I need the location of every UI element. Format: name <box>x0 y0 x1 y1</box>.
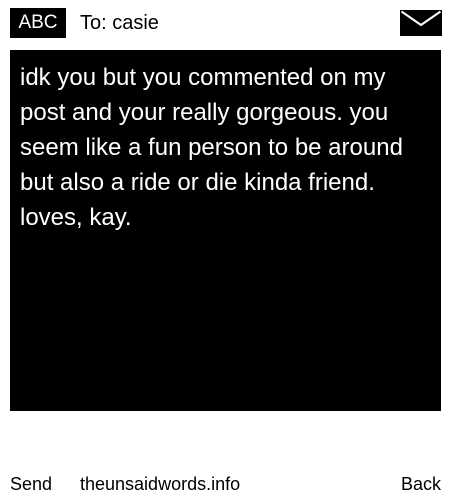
send-button[interactable]: Send <box>10 472 52 496</box>
back-button[interactable]: Back <box>401 472 441 496</box>
envelope-icon[interactable] <box>400 10 442 36</box>
softkey-bar: Send theunsaidwords.info Back <box>10 472 441 496</box>
message-body[interactable]: idk you but you commented on my post and… <box>10 50 441 411</box>
message-text: idk you but you commented on my post and… <box>20 64 403 231</box>
recipient-label: To: casie <box>80 12 159 34</box>
envelope-icon-graphic <box>400 10 442 36</box>
message-header: ABC To: casie <box>10 8 442 38</box>
input-mode-badge[interactable]: ABC <box>10 8 66 38</box>
site-credit: theunsaidwords.info <box>80 474 241 494</box>
